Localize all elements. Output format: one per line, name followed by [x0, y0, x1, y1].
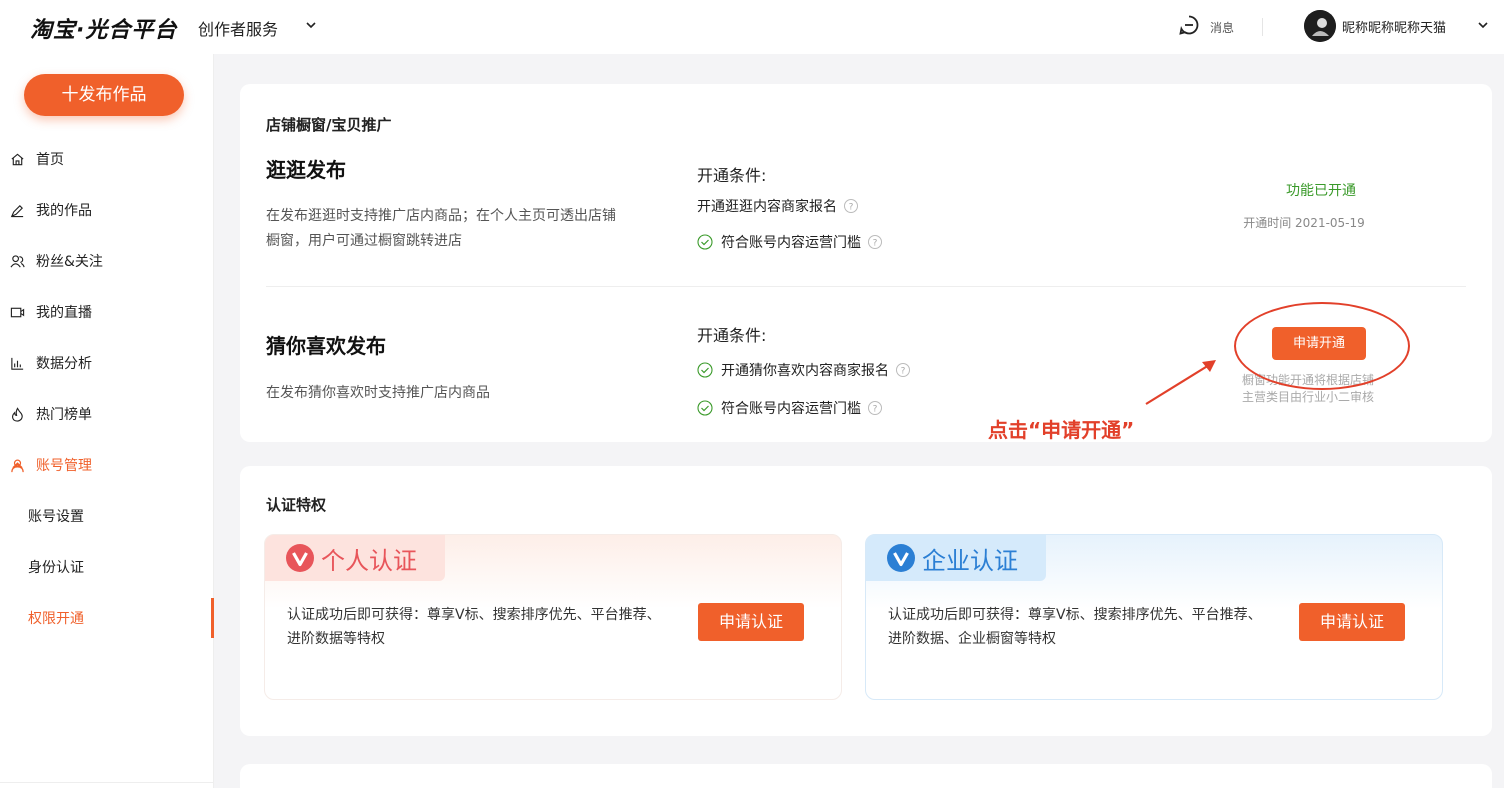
active-indicator [211, 598, 214, 638]
condition-item: 符合账号内容运营门槛 ? [697, 232, 883, 252]
top-header: 淘宝·光合平台 创作者服务 消息 昵称昵称昵称天猫 [0, 0, 1504, 54]
help-icon[interactable]: ? [867, 234, 883, 250]
highlight-ellipse [1234, 302, 1410, 390]
sidebar-item-label: 热门榜单 [36, 407, 92, 423]
apply-enterprise-cert-button[interactable]: 申请认证 [1299, 603, 1405, 641]
condition-label: 开通猜你喜欢内容商家报名 [721, 363, 889, 379]
sidebar-item-identity-verification[interactable]: 身份认证 [0, 547, 214, 587]
sidebar-item-fans[interactable]: 粉丝&关注 [0, 241, 214, 281]
description-line: 进阶数据、企业橱窗等特权 [888, 631, 1056, 647]
cert-tab: 个人认证 [265, 535, 445, 581]
condition-label: 符合账号内容运营门槛 [721, 235, 861, 251]
cert-name: 个人认证 [321, 546, 417, 575]
cert-description: 认证成功后即可获得：尊享V标、搜索排序优先、平台推荐、 进阶数据、企业橱窗等特权 [888, 603, 1288, 651]
avatar[interactable] [1304, 10, 1336, 42]
message-label[interactable]: 消息 [1210, 19, 1234, 36]
flame-icon [12, 406, 23, 422]
shop-promotion-card: 店铺橱窗/宝贝推广 逛逛发布 在发布逛逛时支持推广店内商品；在个人主页可透出店铺… [240, 84, 1492, 442]
help-icon[interactable]: ? [895, 362, 911, 378]
check-circle-icon [697, 234, 713, 250]
feature-description: 在发布猜你喜欢时支持推广店内商品 [266, 381, 490, 406]
help-icon[interactable]: ? [867, 400, 883, 416]
video-icon [10, 307, 25, 317]
publish-work-button[interactable]: 十发布作品 [24, 74, 184, 116]
sidebar-item-permissions[interactable]: 权限开通 [0, 598, 214, 638]
description-line: 进阶数据等特权 [287, 631, 385, 647]
divider [266, 286, 1466, 287]
description-line: 认证成功后即可获得：尊享V标、搜索排序优先、平台推荐、 [287, 607, 661, 623]
sidebar-item-label: 我的直播 [36, 305, 92, 321]
feature-status: 功能已开通 [1286, 183, 1356, 199]
sidebar-item-trending[interactable]: 热门榜单 [0, 394, 214, 434]
sidebar-item-live[interactable]: 我的直播 [0, 292, 214, 332]
cert-description: 认证成功后即可获得：尊享V标、搜索排序优先、平台推荐、 进阶数据等特权 [287, 603, 687, 651]
home-icon [11, 153, 24, 165]
description-line: 在发布猜你喜欢时支持推广店内商品 [266, 385, 490, 401]
sidebar-item-label: 账号设置 [28, 509, 84, 525]
description-line: 在发布逛逛时支持推广店内商品；在个人主页可透出店铺 [266, 208, 616, 224]
condition-label: 开通逛逛内容商家报名 [697, 199, 837, 215]
sidebar-divider [0, 782, 214, 783]
conditions-title: 开通条件: [697, 326, 767, 345]
condition-label: 符合账号内容运营门槛 [721, 401, 861, 417]
next-section-card [240, 764, 1492, 788]
sidebar-item-label: 数据分析 [36, 356, 92, 372]
feature-title: 逛逛发布 [266, 158, 346, 182]
service-switcher-label[interactable]: 创作者服务 [198, 16, 278, 40]
personal-certification-panel: 个人认证 认证成功后即可获得：尊享V标、搜索排序优先、平台推荐、 进阶数据等特权… [264, 534, 842, 700]
help-icon[interactable]: ? [843, 198, 859, 214]
svg-text:?: ? [849, 203, 854, 213]
cert-tab: 企业认证 [866, 535, 1046, 581]
pen-icon [10, 204, 24, 217]
section-title: 认证特权 [266, 496, 327, 514]
feature-description: 在发布逛逛时支持推广店内商品；在个人主页可透出店铺 橱窗，用户可通过橱窗跳转进店 [266, 204, 616, 254]
sidebar-item-analytics[interactable]: 数据分析 [0, 343, 214, 383]
annotation-arrow-icon [1145, 360, 1216, 405]
check-circle-icon [697, 400, 713, 416]
sidebar-item-label: 首页 [36, 152, 64, 168]
apply-personal-cert-button[interactable]: 申请认证 [698, 603, 804, 641]
annotation-text: 点击“申请开通” [988, 418, 1135, 442]
v-badge-icon [887, 544, 915, 572]
svg-text:?: ? [901, 367, 906, 377]
header-divider [1262, 18, 1263, 36]
svg-text:?: ? [873, 239, 878, 249]
message-icon[interactable] [1178, 14, 1200, 36]
platform-logo[interactable]: 淘宝·光合平台 [30, 12, 177, 44]
sidebar-item-home[interactable]: 首页 [0, 139, 214, 179]
sidebar-item-label: 粉丝&关注 [36, 254, 103, 270]
chevron-down-icon[interactable] [1476, 18, 1490, 32]
sidebar-item-label: 我的作品 [36, 203, 92, 219]
cert-name: 企业认证 [922, 546, 1018, 575]
sidebar: 十发布作品 首页 我的作品 粉丝&关注 我的直播 数据分析 热门榜单 账号管理 … [0, 54, 214, 788]
v-badge-icon [286, 544, 314, 572]
sidebar-item-account-settings[interactable]: 账号设置 [0, 496, 214, 536]
sidebar-item-my-works[interactable]: 我的作品 [0, 190, 214, 230]
sidebar-item-label: 账号管理 [36, 458, 92, 474]
users-icon [10, 254, 25, 267]
feature-title: 猜你喜欢发布 [266, 334, 386, 358]
note-line: 主营类目由行业小二审核 [1242, 390, 1375, 404]
condition-item: 符合账号内容运营门槛 ? [697, 398, 883, 418]
description-line: 认证成功后即可获得：尊享V标、搜索排序优先、平台推荐、 [888, 607, 1262, 623]
username[interactable]: 昵称昵称昵称天猫 [1342, 17, 1446, 36]
condition-item: 开通逛逛内容商家报名 ? [697, 196, 859, 216]
description-line: 橱窗，用户可通过橱窗跳转进店 [266, 233, 462, 249]
chevron-down-icon[interactable] [304, 18, 318, 32]
enterprise-certification-panel: 企业认证 认证成功后即可获得：尊享V标、搜索排序优先、平台推荐、 进阶数据、企业… [865, 534, 1443, 700]
bar-chart-icon [11, 357, 24, 370]
section-title: 店铺橱窗/宝贝推广 [266, 116, 392, 134]
svg-text:?: ? [873, 405, 878, 415]
check-circle-icon [697, 362, 713, 378]
certification-card: 认证特权 个人认证 认证成功后即可获得：尊享V标、搜索排序优先、平台推荐、 进阶… [240, 466, 1492, 736]
sidebar-item-label: 身份认证 [28, 560, 84, 576]
condition-item: 开通猜你喜欢内容商家报名 ? [697, 360, 911, 380]
conditions-title: 开通条件: [697, 166, 767, 185]
chevron-up-icon[interactable] [10, 458, 25, 473]
sidebar-item-label: 权限开通 [28, 611, 84, 627]
activation-time: 开通时间 2021-05-19 [1243, 216, 1365, 230]
sidebar-item-account-management[interactable]: 账号管理 [0, 445, 214, 485]
